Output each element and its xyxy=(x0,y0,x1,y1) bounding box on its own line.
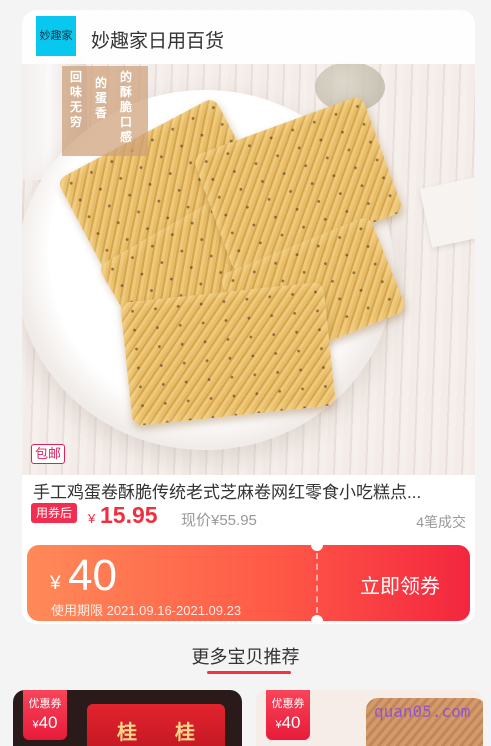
after-coupon-tag: 用券后 xyxy=(31,503,78,523)
egg-roll xyxy=(120,281,336,427)
ticket-label: 优惠券 xyxy=(28,698,62,710)
coupon-notch xyxy=(311,545,323,551)
coupon-notch xyxy=(311,615,323,621)
package-text: 桂 xyxy=(175,722,195,744)
free-shipping-badge: 包邮 xyxy=(31,444,66,464)
shop-name[interactable]: 妙趣家日用百货 xyxy=(91,26,224,53)
coupon-currency: ¥ xyxy=(50,573,61,594)
recommend-underline xyxy=(207,671,291,674)
product-title[interactable]: 手工鸡蛋卷酥脆传统老式芝麻卷网红零食小吃糕点... xyxy=(33,478,468,503)
price-currency: ¥ xyxy=(88,511,96,526)
coupon-validity: 使用期限 2021.09.16-2021.09.23 xyxy=(51,603,242,618)
claim-coupon-button[interactable]: 立即领券 xyxy=(360,570,440,599)
product-package: 桂 xyxy=(145,704,225,746)
coupon-banner[interactable]: ¥ 40 使用期限 2021.09.16-2021.09.23 立即领券 xyxy=(27,545,470,621)
watermark: quan05.com xyxy=(374,702,471,721)
box-decoration xyxy=(419,172,475,248)
original-price: 现价¥55.95 xyxy=(181,512,257,529)
recommend-title: 更多宝贝推荐 xyxy=(191,647,300,667)
coupon-ticket: 优惠券 ¥40 xyxy=(266,690,310,740)
image-banner: 回味无穷 的蛋香 的酥脆口感 xyxy=(62,66,148,156)
final-price: 15.95 xyxy=(100,502,158,528)
banner-text: 的蛋香 xyxy=(95,76,108,120)
ticket-amount: 40 xyxy=(281,713,301,732)
coupon-divider xyxy=(316,553,318,613)
shop-header[interactable]: 妙趣家 妙趣家日用百货 xyxy=(22,10,475,64)
ticket-label: 优惠券 xyxy=(271,698,305,710)
recommend-item[interactable]: 桂 桂 优惠券 ¥40 xyxy=(13,690,242,746)
product-card[interactable]: 回味无穷 的蛋香 的酥脆口感 妙趣家 妙趣家日用百货 包邮 手工鸡蛋卷酥脆传统老… xyxy=(22,10,475,624)
coupon-ticket: 优惠券 ¥40 xyxy=(23,690,67,740)
product-image[interactable]: 回味无穷 的蛋香 的酥脆口感 xyxy=(22,10,475,475)
banner-text: 回味无穷 xyxy=(70,70,83,129)
sales-count: 4笔成交 xyxy=(416,514,466,530)
ticket-amount: 40 xyxy=(38,713,58,732)
coupon-amount: 40 xyxy=(68,551,117,600)
shop-logo: 妙趣家 xyxy=(36,16,76,56)
banner-text: 的酥脆口感 xyxy=(120,70,133,144)
